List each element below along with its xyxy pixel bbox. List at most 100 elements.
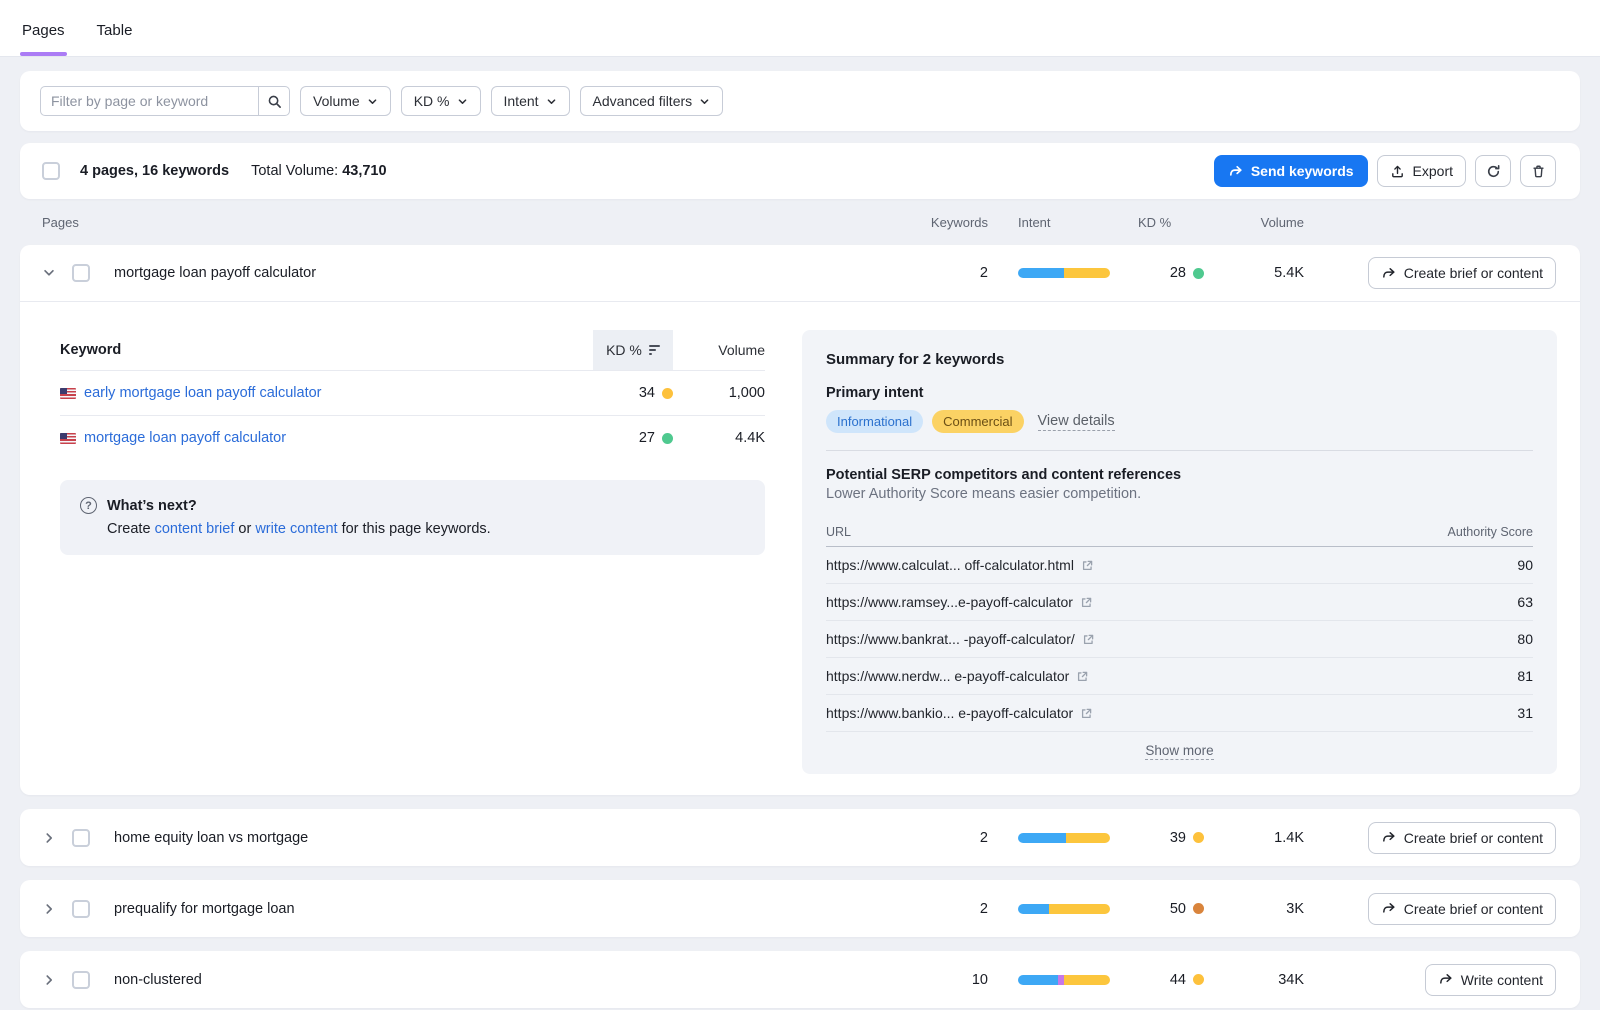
write-content-link[interactable]: write content [255,521,337,537]
keyword-link[interactable]: mortgage loan payoff calculator [84,430,286,446]
expand-chevron-icon[interactable] [42,831,72,845]
view-details-link[interactable]: View details [1038,413,1115,431]
intent-bar [1018,268,1110,278]
keyword-kd-cell: 34 [593,385,673,401]
search-button[interactable] [258,86,290,116]
action-cell: Create brief or content [1304,893,1556,925]
volume-filter-dropdown[interactable]: Volume [300,86,391,116]
external-link-icon[interactable] [1080,596,1093,609]
whats-next-text-suffix: for this page keywords. [338,521,491,537]
active-tab-underline [20,52,67,56]
intent-bar [1018,904,1110,914]
keyword-kd-value: 27 [639,430,655,446]
kd-sort-header[interactable]: KD % [593,330,673,370]
column-header-intent: Intent [988,215,1110,230]
competitor-row: https://www.bankio... e-payoff-calculato… [826,695,1533,732]
create-brief-label: Create brief or content [1404,830,1543,846]
intent-cell [988,268,1110,278]
external-link-icon[interactable] [1080,707,1093,720]
keyword-volume-value: 4.4K [673,430,765,446]
tab-table[interactable]: Table [95,6,135,56]
keywords-count: 2 [918,901,988,917]
external-link-icon[interactable] [1076,670,1089,683]
external-link-icon[interactable] [1082,633,1095,646]
keywords-count: 10 [918,972,988,988]
kd-dot [1193,974,1204,985]
keyword-volume-value: 1,000 [673,385,765,401]
pages-report-view: Pages Table Volume [0,0,1600,1010]
expand-chevron-icon[interactable] [42,902,72,916]
search-icon [267,94,282,109]
keyword-column-header: Keyword [60,342,593,358]
competitor-url-text: https://www.bankrat... -payoff-calculato… [826,631,1075,647]
keyword-list-section: Keyword KD % Volume early mortgage loan … [40,330,765,774]
total-volume: Total Volume: 43,710 [251,163,386,179]
kd-filter-dropdown[interactable]: KD % [401,86,481,116]
page-row-mortgage-loan-payoff-calculator: mortgage loan payoff calculator 2 28 5.4… [20,245,1580,795]
refresh-button[interactable] [1475,155,1511,187]
intent-cell [988,975,1110,985]
external-link-icon[interactable] [1081,559,1094,572]
keyword-link[interactable]: early mortgage loan payoff calculator [84,385,322,401]
delete-button[interactable] [1520,155,1556,187]
kd-value: 50 [1170,901,1186,917]
create-brief-button[interactable]: Create brief or content [1368,257,1556,289]
page-title: mortgage loan payoff calculator [110,265,918,281]
volume-value: 1.4K [1204,830,1304,846]
row-checkbox[interactable] [72,900,90,918]
row-checkbox[interactable] [72,971,90,989]
competitor-url: https://www.nerdw... e-payoff-calculator [826,668,1413,684]
primary-intent-label: Primary intent [826,385,1533,401]
kd-cell: 28 [1110,265,1204,281]
keyword-row: early mortgage loan payoff calculator 34… [60,370,765,415]
summary-title: Summary for 2 keywords [826,351,1533,368]
authority-score: 63 [1413,594,1533,610]
competitor-row: https://www.bankrat... -payoff-calculato… [826,621,1533,658]
tab-pages[interactable]: Pages [20,6,67,56]
expand-chevron-icon[interactable] [42,973,72,987]
export-icon [1390,164,1405,179]
volume-column-header: Volume [673,342,765,358]
competitor-url-text: https://www.nerdw... e-payoff-calculator [826,668,1069,684]
row-checkbox[interactable] [72,829,90,847]
content-brief-link[interactable]: content brief [155,521,235,537]
write-content-button[interactable]: Write content [1425,964,1556,996]
intent-filter-dropdown[interactable]: Intent [491,86,570,116]
toolbar-actions: Send keywords Export [1214,155,1556,187]
whats-next-box: ? What’s next? Create content brief or w… [60,480,765,555]
expanded-page-details: Keyword KD % Volume early mortgage loan … [20,302,1580,795]
advanced-filters-dropdown[interactable]: Advanced filters [580,86,724,116]
url-column-header: URL [826,525,1413,539]
table-column-headers: Pages Keywords Intent KD % Volume [20,199,1580,245]
competitor-row: https://www.calculat... off-calculator.h… [826,547,1533,584]
kd-column-header: KD % [606,342,642,358]
export-button[interactable]: Export [1377,155,1466,187]
send-keywords-button[interactable]: Send keywords [1214,155,1368,187]
select-all-checkbox[interactable] [42,162,60,180]
row-checkbox[interactable] [72,264,90,282]
keyword-name-cell: mortgage loan payoff calculator [60,430,593,446]
intent-cell [988,904,1110,914]
tab-pages-label: Pages [22,22,65,39]
keywords-summary-panel: Summary for 2 keywords Primary intent In… [802,330,1557,774]
whats-next-text-prefix: Create [107,521,155,537]
kd-cell: 50 [1110,901,1204,917]
keyword-name-cell: early mortgage loan payoff calculator [60,385,593,401]
chevron-down-icon [546,95,557,107]
search-input[interactable] [40,86,258,116]
page-row-prequalify-for-mortgage-loan: prequalify for mortgage loan 2 50 3K Cre… [20,880,1580,937]
redo-arrow-icon [1438,972,1453,987]
trash-icon [1531,164,1546,179]
create-brief-button[interactable]: Create brief or content [1368,822,1556,854]
show-more-link[interactable]: Show more [1145,743,1213,760]
whats-next-title: What’s next? [107,498,197,514]
page-row-header: mortgage loan payoff calculator 2 28 5.4… [20,245,1580,302]
collapse-chevron-icon[interactable] [42,266,72,280]
kd-dot [1193,268,1204,279]
create-brief-button[interactable]: Create brief or content [1368,893,1556,925]
commercial-badge: Commercial [932,410,1023,433]
selection-summary: 4 pages, 16 keywords [80,163,229,179]
page-title: non-clustered [110,972,918,988]
chevron-down-icon [457,95,468,107]
page-row-header: prequalify for mortgage loan 2 50 3K Cre… [20,880,1580,937]
